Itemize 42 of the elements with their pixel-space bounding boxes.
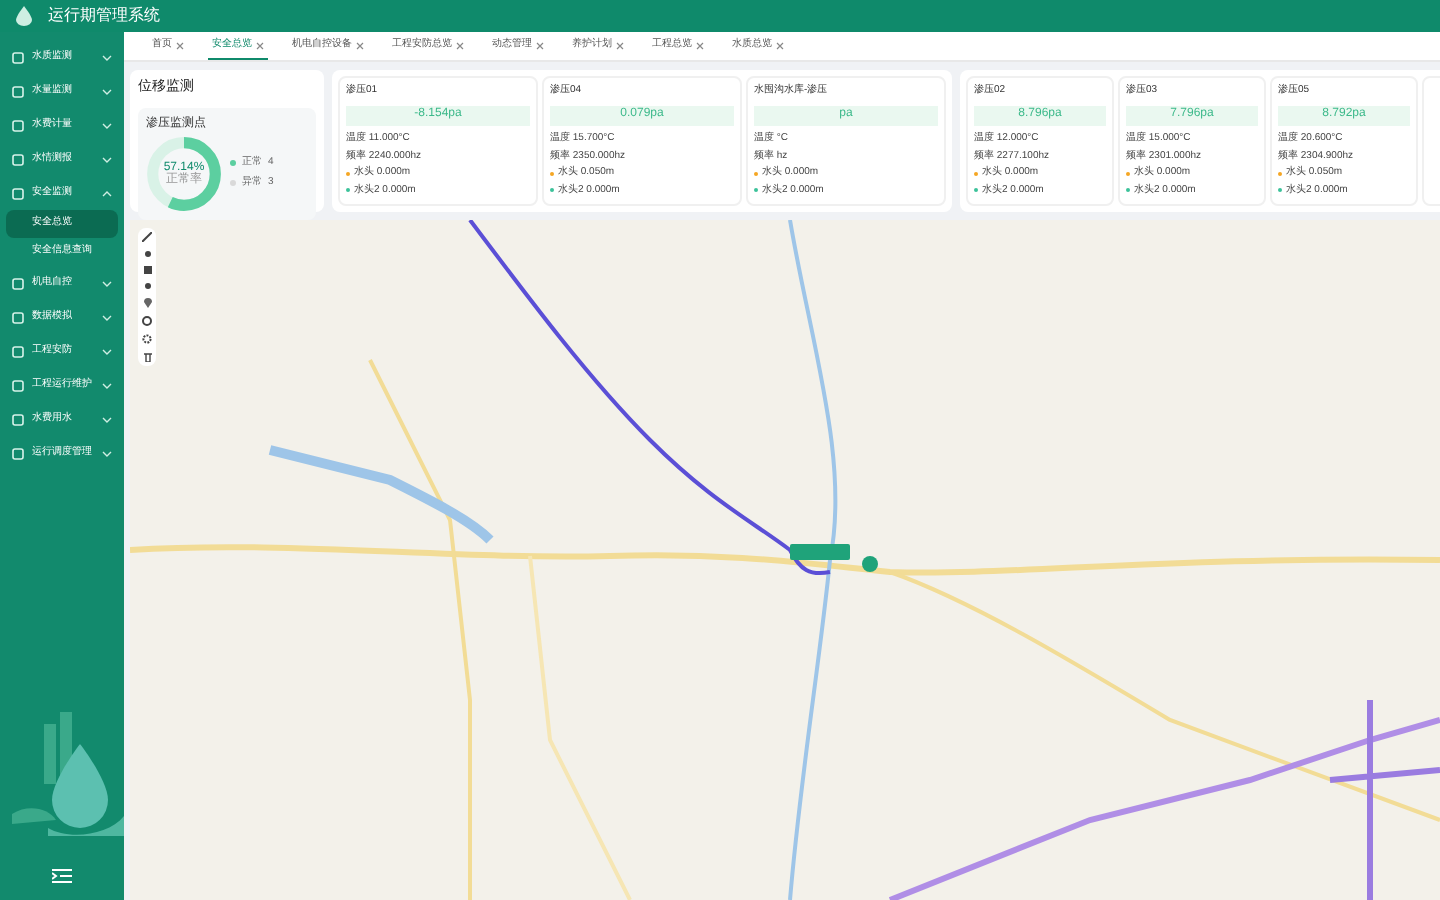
chevron-icon	[102, 121, 112, 129]
dot-icon[interactable]	[143, 282, 151, 290]
square-icon[interactable]	[143, 266, 151, 274]
menu-item-icon	[12, 277, 24, 289]
close-icon[interactable]	[456, 42, 464, 50]
chevron-icon	[102, 279, 112, 287]
chevron-icon	[102, 155, 112, 163]
donut-chart	[146, 135, 222, 211]
chevron-icon	[102, 415, 112, 423]
close-icon[interactable]	[256, 42, 264, 50]
chevron-icon	[102, 381, 112, 389]
menu-item-icon	[12, 311, 24, 323]
chevron-icon	[102, 53, 112, 61]
chevron-icon	[102, 449, 112, 457]
close-icon[interactable]	[696, 42, 704, 50]
close-icon[interactable]	[356, 42, 364, 50]
pen-icon[interactable]	[142, 232, 152, 242]
marker-icon[interactable]	[143, 298, 151, 308]
chevron-icon	[102, 87, 112, 95]
trash-icon[interactable]	[143, 352, 151, 362]
menu-item-icon	[12, 51, 24, 63]
circle-icon[interactable]	[142, 316, 152, 326]
chevron-icon	[102, 313, 112, 321]
close-icon[interactable]	[536, 42, 544, 50]
app-title: 运行期管理系统	[48, 4, 160, 28]
menu-item-icon	[12, 85, 24, 97]
menu-item-icon	[12, 447, 24, 459]
chevron-icon	[102, 347, 112, 355]
menu-item-icon	[12, 187, 24, 199]
dot-icon[interactable]	[143, 250, 151, 258]
gear-icon[interactable]	[142, 334, 152, 344]
close-icon[interactable]	[176, 42, 184, 50]
menu-item-icon	[12, 153, 24, 165]
menu-item-icon	[12, 379, 24, 391]
chevron-icon	[102, 189, 112, 197]
menu-item-icon	[12, 345, 24, 357]
close-icon[interactable]	[776, 42, 784, 50]
menu-item-icon	[12, 413, 24, 425]
water-drop-icon	[16, 6, 32, 26]
collapse-menu-icon[interactable]	[52, 868, 72, 884]
close-icon[interactable]	[616, 42, 624, 50]
menu-item-icon	[12, 119, 24, 131]
